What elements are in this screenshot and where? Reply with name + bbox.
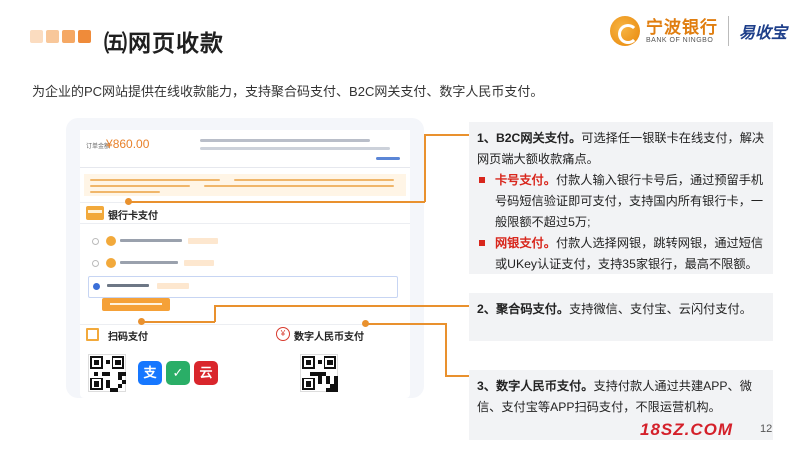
ecny-qr-code (300, 354, 338, 392)
connector-line (445, 323, 447, 376)
bullet-icon (479, 177, 485, 183)
add-card-option[interactable] (88, 276, 398, 298)
qr-module (114, 388, 118, 392)
card-tag (184, 260, 214, 266)
card-pay-label: 卡号支付。 (495, 173, 556, 187)
bullet-icon (479, 240, 485, 246)
qr-finder (93, 381, 99, 387)
connector-line (424, 134, 469, 136)
product-name: 易收宝 (739, 25, 788, 42)
b2c-gateway-callout: 1、B2C网关支付。可选择任一银联卡在线支付，解决网页端大额收款痛点。 卡号支付… (469, 122, 773, 274)
payment-page-mockup: 订单金额 ¥860.00 银行卡支付 扫码支付 ¥ 数字人民币支付 支 ✓ 云 (66, 118, 424, 398)
brand-header: 宁波银行 BANK OF NINGBO 易收宝 (610, 16, 787, 46)
wechat-pay-icon: ✓ (166, 361, 190, 385)
card-pay-item: 卡号支付。付款人输入银行卡号后，通过预留手机号码短信验证即可支付，支持国内所有银… (477, 170, 765, 233)
qr-finder (327, 359, 333, 365)
decor-square-1 (30, 30, 43, 43)
connector-line (424, 134, 426, 202)
card-text (120, 239, 182, 242)
qr-module (334, 388, 338, 392)
connector-dot (362, 320, 369, 327)
connector-line (214, 305, 216, 322)
qr-finder (305, 359, 311, 365)
qr-module (106, 372, 110, 376)
decor-square-3 (62, 30, 75, 43)
watermark: 18SZ.COM (640, 420, 734, 439)
notice-banner (84, 174, 406, 196)
qr-module (318, 380, 322, 384)
order-details-link[interactable] (376, 157, 400, 160)
unionpay-icon: 云 (194, 361, 218, 385)
payment-page-content: 订单金额 ¥860.00 银行卡支付 扫码支付 ¥ 数字人民币支付 支 ✓ 云 (80, 130, 410, 398)
b2c-description: 1、B2C网关支付。可选择任一银联卡在线支付，解决网页端大额收款痛点。 (477, 128, 765, 170)
scan-payment-title: 扫码支付 (108, 332, 148, 343)
qr-finder (115, 359, 121, 365)
page-number: 12 (760, 423, 773, 435)
card-text (120, 261, 178, 264)
order-summary: 订单金额 ¥860.00 (80, 130, 410, 168)
connector-dot (125, 198, 132, 205)
brand-text: 宁波银行 BANK OF NINGBO (646, 17, 718, 44)
ecny-icon: ¥ (276, 327, 290, 341)
page-title: ㈤网页收款 (104, 30, 224, 56)
qr-module (118, 384, 122, 388)
connector-line (214, 305, 469, 307)
ecny-payment-title: 数字人民币支付 (294, 332, 364, 343)
connector-line (128, 201, 425, 203)
scan-icon (86, 328, 99, 341)
b2c-heading: 1、B2C网关支付。 (477, 131, 582, 145)
brand-divider (728, 16, 729, 46)
qr-finder (305, 381, 311, 387)
decor-square-2 (46, 30, 59, 43)
connector-line (445, 375, 469, 377)
netbank-pay-item: 网银支付。付款人选择网银，跳转网银，通过短信或UKey认证支付，支持35家银行，… (477, 233, 765, 275)
qr-module (318, 360, 322, 364)
add-card-text (107, 284, 149, 287)
aggregate-qr-code (88, 354, 126, 392)
bank-icon (106, 236, 116, 246)
bank-card-icon (86, 206, 104, 220)
netbank-pay-label: 网银支付。 (495, 236, 556, 250)
page-subtitle: 为企业的PC网站提供在线收款能力，支持聚合码支付、B2C网关支付、数字人民币支付… (32, 84, 544, 99)
qr-module (106, 360, 110, 364)
scan-and-ecny-header: 扫码支付 ¥ 数字人民币支付 (80, 324, 410, 344)
saved-card-option[interactable] (88, 232, 398, 252)
qr-module (122, 372, 126, 376)
radio-button[interactable] (92, 238, 99, 245)
qr-text: 支持微信、支付宝、云闪付支付。 (569, 302, 752, 316)
card-payment-title: 银行卡支付 (108, 211, 158, 222)
connector-line (365, 323, 446, 325)
confirm-pay-button[interactable] (102, 298, 170, 311)
brand-name: 宁波银行 (646, 17, 718, 37)
qr-module (122, 380, 126, 384)
aggregate-qr-callout: 2、聚合码支付。支持微信、支付宝、云闪付支付。 (469, 293, 773, 341)
radio-button[interactable] (92, 260, 99, 267)
connector-dot (138, 318, 145, 325)
order-info-line (200, 147, 390, 150)
title-decoration (30, 30, 91, 43)
saved-card-option[interactable] (88, 254, 398, 274)
qr-heading: 2、聚合码支付。 (477, 302, 570, 316)
radio-button-selected[interactable] (93, 283, 100, 290)
amount-number: 860.00 (112, 137, 150, 151)
card-payment-header[interactable]: 银行卡支付 (80, 202, 410, 224)
amount-value: ¥860.00 (106, 137, 150, 151)
card-tag (188, 238, 218, 244)
alipay-icon: 支 (138, 361, 162, 385)
connector-line (140, 321, 215, 323)
qr-finder (93, 359, 99, 365)
qr-module (94, 372, 98, 376)
order-info-line (200, 139, 370, 142)
brand-name-en: BANK OF NINGBO (646, 36, 714, 44)
bank-logo-icon (610, 16, 640, 46)
decor-square-4 (78, 30, 91, 43)
ecny-heading: 3、数字人民币支付。 (477, 379, 594, 393)
card-tag (157, 283, 189, 289)
bank-icon (106, 258, 116, 268)
